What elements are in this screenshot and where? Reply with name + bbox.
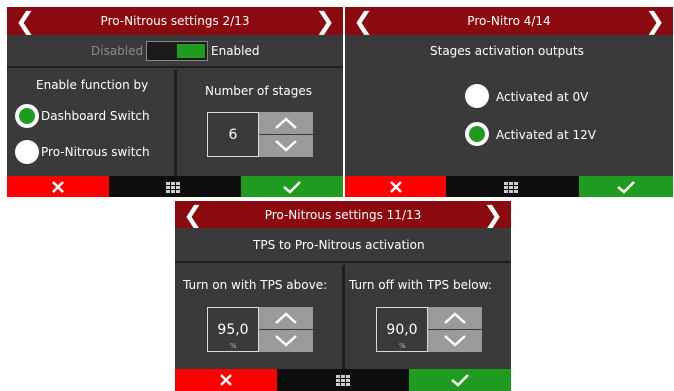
tps-heading: TPS to Pro-Nitrous activation <box>253 238 425 252</box>
page-title: Pro-Nitro 4/14 <box>467 14 551 28</box>
turn-on-unit: % <box>230 342 237 350</box>
prev-page-button[interactable]: ❮ <box>349 7 377 35</box>
chevron-left-icon: ❮ <box>352 7 374 35</box>
menu-button[interactable] <box>161 176 185 197</box>
next-page-button[interactable]: ❯ <box>311 7 339 35</box>
chevron-down-icon <box>444 335 466 347</box>
disabled-label: Disabled <box>91 44 144 58</box>
grid-menu-icon <box>504 181 518 193</box>
number-of-stages-heading: Number of stages <box>205 84 312 98</box>
enable-toggle[interactable] <box>146 41 208 61</box>
chevron-left-icon: ❮ <box>182 201 204 229</box>
dashboard-switch-label: Dashboard Switch <box>41 109 150 123</box>
turn-on-panel: Turn on with TPS above: 95,0 % <box>175 265 342 369</box>
turn-off-decrease-button[interactable] <box>428 330 482 352</box>
action-bar <box>7 176 343 197</box>
page-title: Pro-Nitrous settings 11/13 <box>264 207 422 222</box>
title-bar: ❮ Pro-Nitrous settings 11/13 ❯ <box>175 201 511 229</box>
chevron-up-icon <box>275 117 297 129</box>
activated-12v-radio[interactable] <box>465 122 489 146</box>
chevron-right-icon: ❯ <box>314 7 336 35</box>
screen-pro-nitro-4: ❮ Pro-Nitro 4/14 ❯ Stages activation out… <box>345 7 673 197</box>
turn-on-value-text: 95,0 <box>217 321 249 338</box>
turn-off-panel: Turn off with TPS below: 90,0 % <box>345 265 511 369</box>
screen-pro-nitrous-settings-2: ❮ Pro-Nitrous settings 2/13 ❯ Disabled E… <box>7 7 343 197</box>
menu-button[interactable] <box>331 369 355 391</box>
turn-on-decrease-button[interactable] <box>259 330 313 352</box>
screen-pro-nitrous-settings-11: ❮ Pro-Nitrous settings 11/13 ❯ TPS to Pr… <box>175 201 511 391</box>
tps-heading-panel: TPS to Pro-Nitrous activation <box>175 228 511 263</box>
turn-on-increase-button[interactable] <box>259 307 313 329</box>
action-bar <box>175 369 511 391</box>
cancel-button[interactable] <box>345 176 446 197</box>
check-icon <box>617 181 635 194</box>
pro-nitrous-switch-label: Pro-Nitrous switch <box>41 145 150 159</box>
activated-12v-label: Activated at 12V <box>496 128 596 142</box>
chevron-down-icon <box>275 140 297 152</box>
close-icon <box>389 181 402 193</box>
activated-0v-radio[interactable] <box>465 84 489 108</box>
grid-menu-icon <box>166 181 180 193</box>
pro-nitrous-switch-radio[interactable] <box>15 140 39 164</box>
confirm-button[interactable] <box>241 176 343 197</box>
turn-off-value-text: 90,0 <box>386 321 418 338</box>
confirm-button[interactable] <box>579 176 673 197</box>
page-title: Pro-Nitrous settings 2/13 <box>100 14 250 28</box>
enable-function-heading: Enable function by <box>36 78 149 92</box>
turn-off-unit: % <box>399 342 406 350</box>
stages-decrease-button[interactable] <box>259 135 313 157</box>
turn-off-increase-button[interactable] <box>428 307 482 329</box>
chevron-right-icon: ❯ <box>644 7 666 35</box>
grid-menu-icon <box>336 374 350 386</box>
enable-toggle-row: Disabled Enabled <box>7 35 343 68</box>
stages-value: 6 <box>207 112 259 157</box>
dashboard-switch-radio[interactable] <box>15 104 39 128</box>
turn-off-label: Turn off with TPS below: <box>349 278 492 292</box>
chevron-right-icon: ❯ <box>482 201 504 229</box>
chevron-left-icon: ❮ <box>14 7 36 35</box>
number-of-stages-panel: Number of stages 6 <box>177 70 343 176</box>
next-page-button[interactable]: ❯ <box>479 201 507 229</box>
cancel-button[interactable] <box>175 369 277 391</box>
enable-function-panel: Enable function by Dashboard Switch Pro-… <box>7 70 174 176</box>
close-icon <box>52 181 64 193</box>
action-bar <box>345 176 673 197</box>
stages-activation-heading: Stages activation outputs <box>430 44 584 58</box>
menu-button[interactable] <box>499 176 523 197</box>
close-icon <box>220 374 232 386</box>
activated-0v-label: Activated at 0V <box>496 90 589 104</box>
prev-page-button[interactable]: ❮ <box>11 7 39 35</box>
check-icon <box>451 374 469 387</box>
enabled-label: Enabled <box>211 44 260 58</box>
toggle-knob <box>177 44 205 58</box>
cancel-button[interactable] <box>7 176 109 197</box>
chevron-down-icon <box>275 335 297 347</box>
stages-value-text: 6 <box>228 126 238 143</box>
turn-on-label: Turn on with TPS above: <box>183 278 328 292</box>
stages-increase-button[interactable] <box>259 112 313 134</box>
check-icon <box>283 181 301 194</box>
chevron-up-icon <box>275 312 297 324</box>
title-bar: ❮ Pro-Nitrous settings 2/13 ❯ <box>7 7 343 35</box>
confirm-button[interactable] <box>409 369 511 391</box>
next-page-button[interactable]: ❯ <box>641 7 669 35</box>
prev-page-button[interactable]: ❮ <box>179 201 207 229</box>
chevron-up-icon <box>444 312 466 324</box>
title-bar: ❮ Pro-Nitro 4/14 ❯ <box>345 7 673 35</box>
